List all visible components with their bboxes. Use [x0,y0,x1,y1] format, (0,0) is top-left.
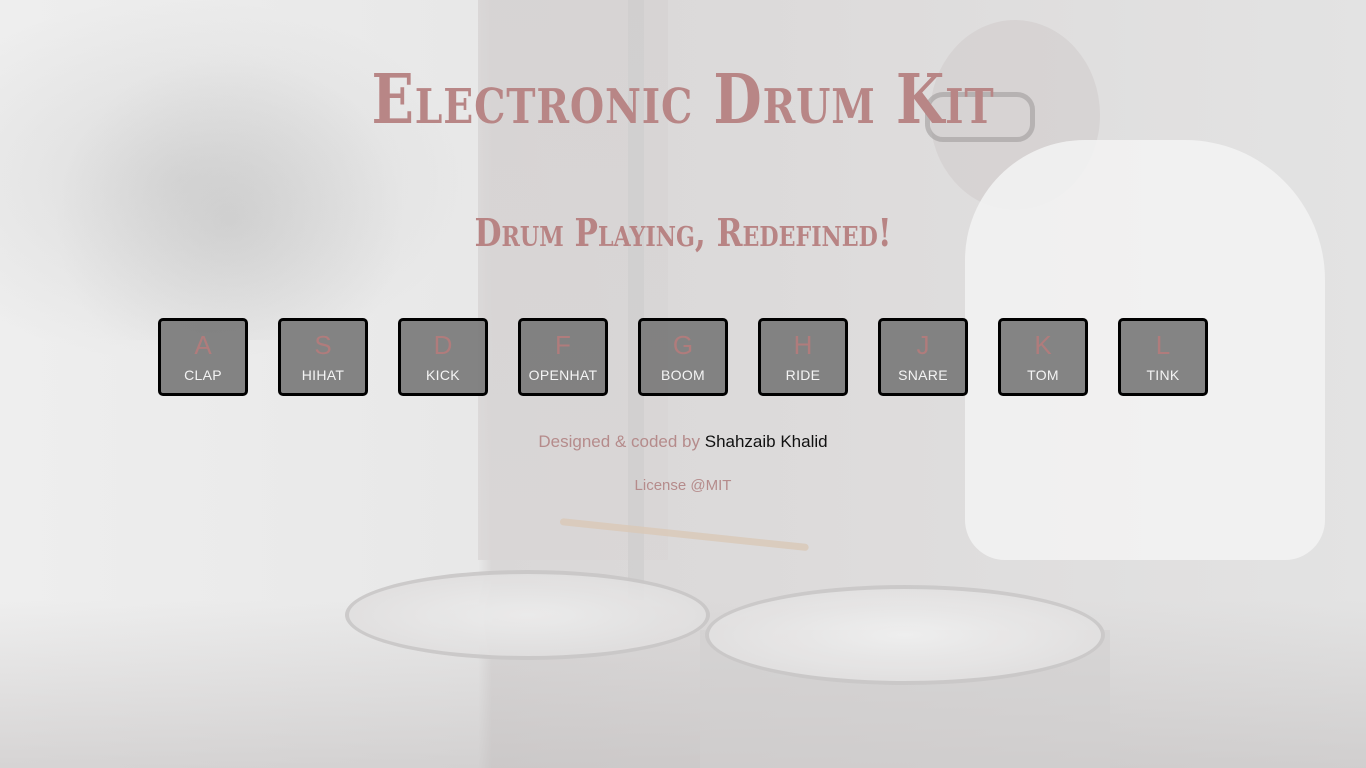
key-sound-label: CLAP [184,367,222,383]
key-letter: L [1155,330,1171,360]
drum-key-kick[interactable]: D KICK [398,318,488,396]
key-letter: A [194,330,212,360]
key-letter: S [314,330,332,360]
page-subtitle: Drum Playing, Redefined! [474,210,892,255]
key-sound-label: OPENHAT [528,367,598,383]
credit-prefix: Designed & coded by [538,432,700,451]
drum-key-hihat[interactable]: S HIHAT [278,318,368,396]
key-letter: H [793,330,813,360]
author-link[interactable]: Shahzaib Khalid [705,432,828,451]
key-letter: G [672,330,694,360]
key-sound-label: BOOM [661,367,705,383]
drum-key-clap[interactable]: A CLAP [158,318,248,396]
drum-keys: A CLAP S HIHAT D KICK F OPENHAT G BOOM H… [158,318,1208,396]
drum-key-tom[interactable]: K TOM [998,318,1088,396]
key-letter: D [433,330,453,360]
key-letter: J [916,330,930,360]
key-sound-label: RIDE [785,367,821,383]
key-letter: K [1034,330,1052,360]
main-content: Electronic Drum Kit Drum Playing, Redefi… [0,0,1366,768]
drum-key-ride[interactable]: H RIDE [758,318,848,396]
key-sound-label: TOM [1027,367,1059,383]
key-sound-label: SNARE [898,367,948,383]
key-sound-label: KICK [426,367,460,383]
drum-key-tink[interactable]: L TINK [1118,318,1208,396]
license-text: License @MIT [634,477,732,494]
drum-key-boom[interactable]: G BOOM [638,318,728,396]
drum-key-snare[interactable]: J SNARE [878,318,968,396]
key-sound-label: HIHAT [301,367,345,383]
credit-line: Designed & coded by Shahzaib Khalid [0,432,1366,452]
key-sound-label: TINK [1146,367,1180,383]
drum-key-openhat[interactable]: F OPENHAT [518,318,608,396]
page-title: Electronic Drum Kit [371,60,995,140]
key-letter: F [555,330,571,360]
